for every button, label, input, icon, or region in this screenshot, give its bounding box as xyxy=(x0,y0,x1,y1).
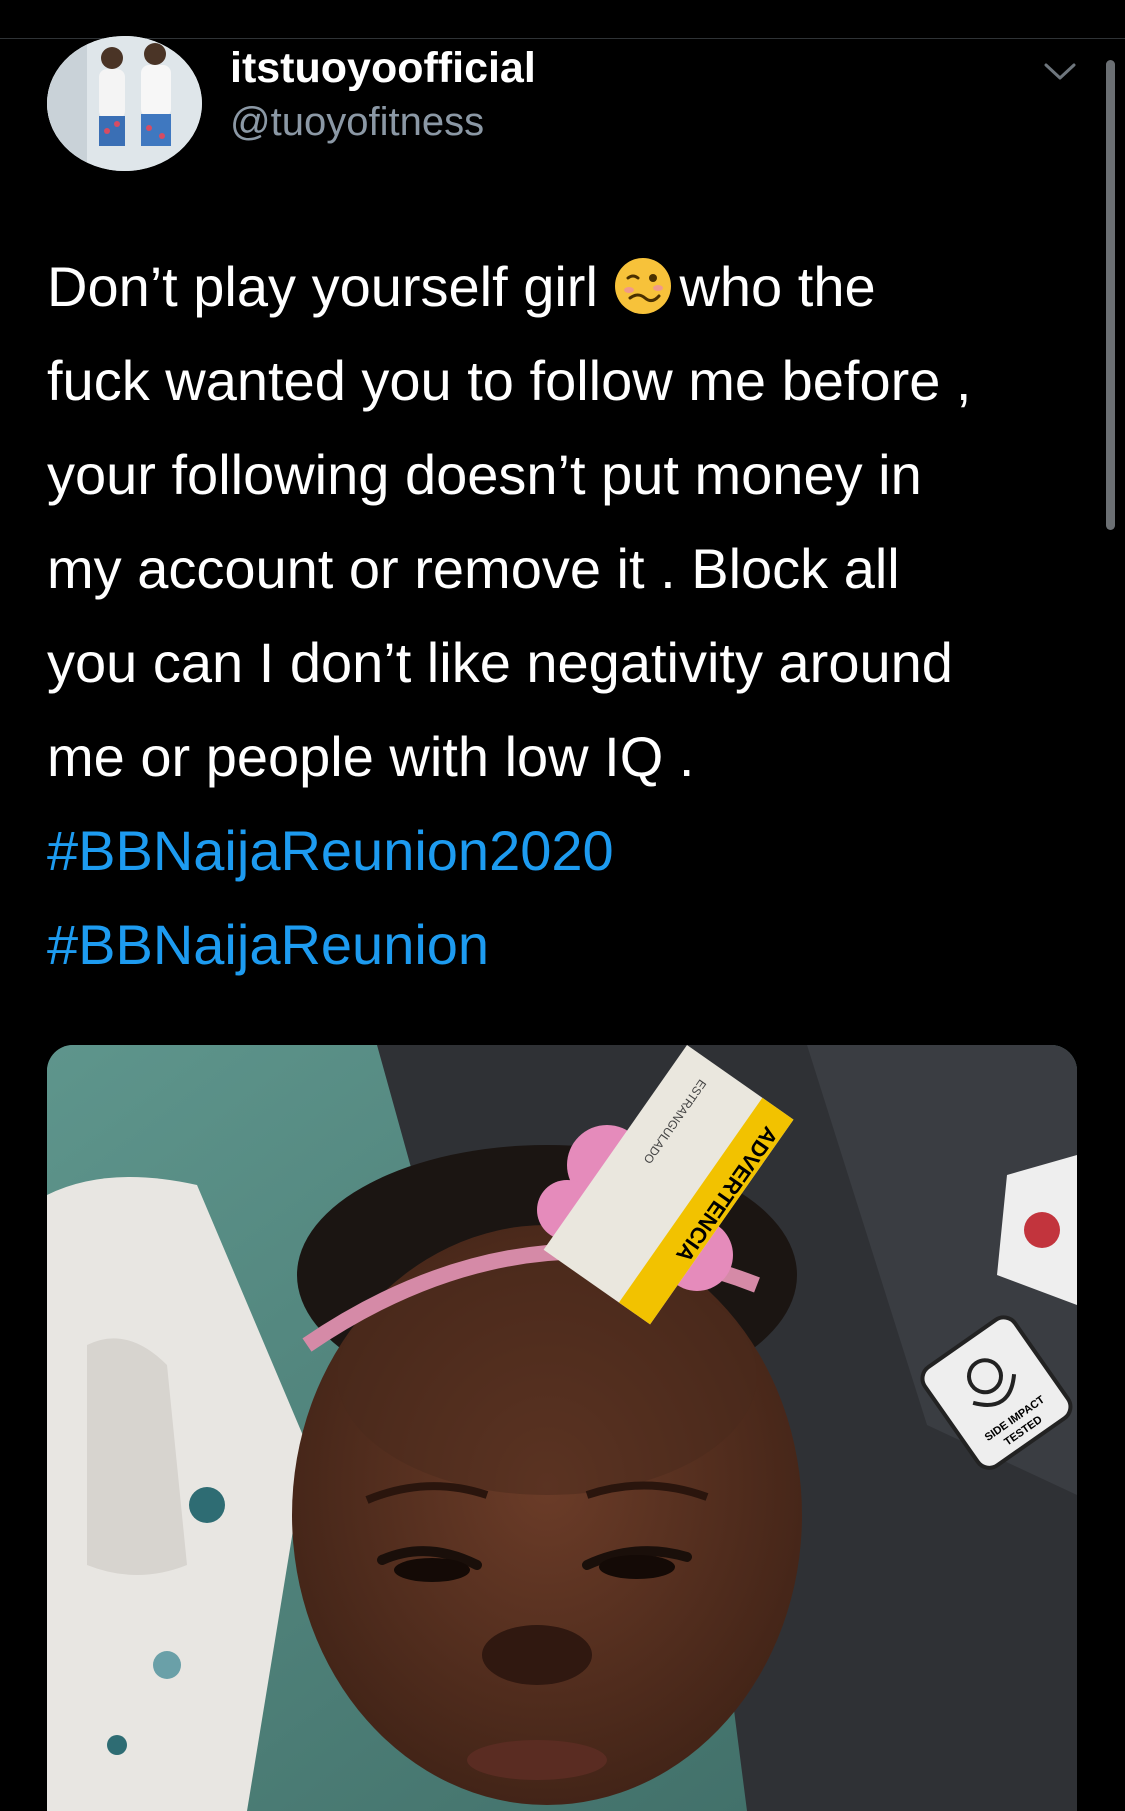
scrollbar[interactable] xyxy=(1106,60,1115,530)
tweet-line: your following doesn’t put money in xyxy=(47,443,922,506)
chevron-down-icon[interactable] xyxy=(1040,56,1080,86)
tweet-line: you can I don’t like negativity around xyxy=(47,631,953,694)
hashtag-link[interactable]: #BBNaijaReunion2020 xyxy=(47,804,1087,898)
tweet-line: my account or remove it . Block all xyxy=(47,537,900,600)
tweet-line: Don’t play yourself girl who the xyxy=(47,255,876,318)
tweet-text: Don’t play yourself girl who the fuck wa… xyxy=(47,240,1087,992)
top-divider xyxy=(0,38,1125,39)
woozy-face-emoji xyxy=(615,258,672,314)
avatar-photo xyxy=(47,36,202,171)
tweet-media[interactable]: ADVERTENCIA ESTRANGULADO SIDE IMPACT TES… xyxy=(47,1045,1077,1811)
user-handle[interactable]: @tuoyofitness xyxy=(230,100,484,145)
avatar[interactable] xyxy=(47,36,202,171)
hashtag-link[interactable]: #BBNaijaReunion xyxy=(47,898,1087,992)
tweet-line: me or people with low IQ . xyxy=(47,725,695,788)
display-name[interactable]: itstuoyoofficial xyxy=(230,44,536,93)
baby-photo: ADVERTENCIA ESTRANGULADO SIDE IMPACT TES… xyxy=(47,1045,1077,1811)
tweet-line: fuck wanted you to follow me before , xyxy=(47,349,972,412)
